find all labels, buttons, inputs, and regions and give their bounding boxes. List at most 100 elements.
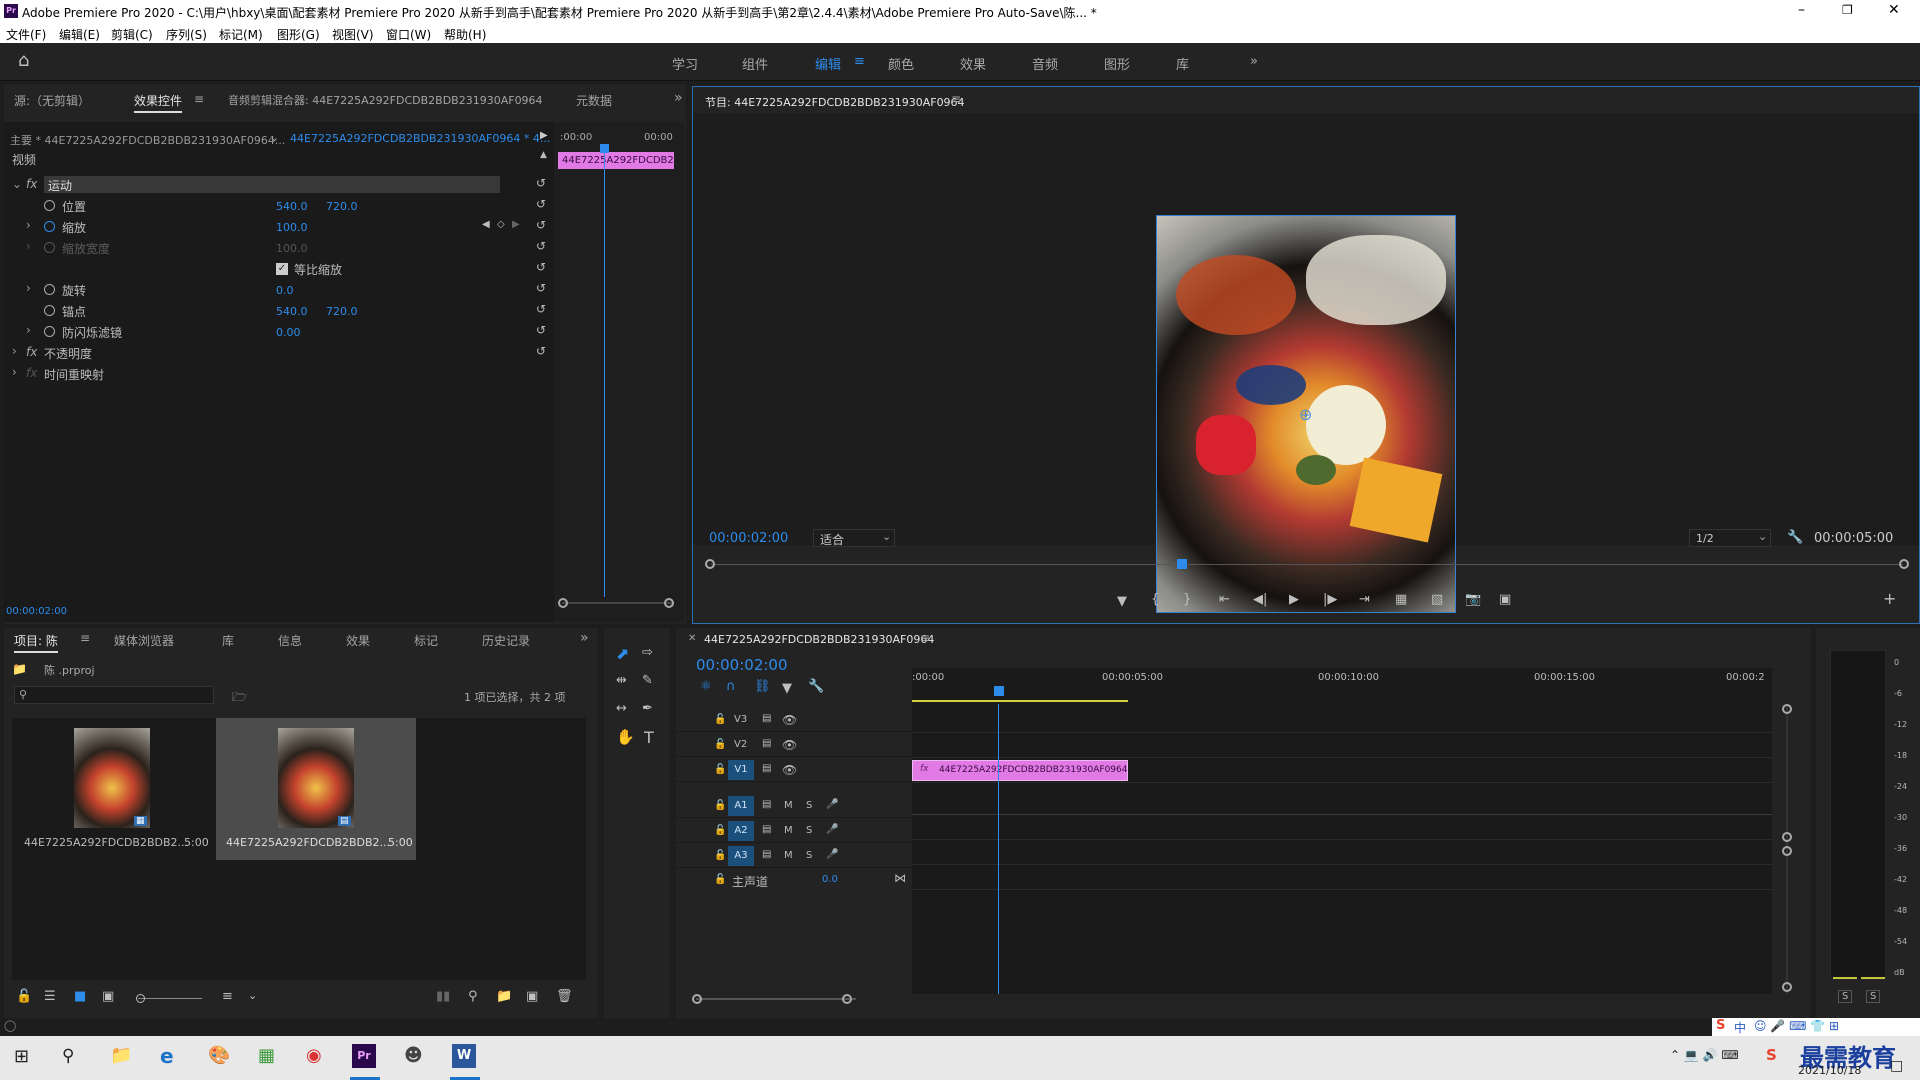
trash-icon[interactable]: 🗑 <box>556 990 573 1003</box>
zoom-select[interactable]: 适合 ⌄ <box>813 529 895 547</box>
program-viewer[interactable]: ⊕ <box>693 113 1919 613</box>
mic-icon[interactable]: 🎤 <box>826 824 838 835</box>
go-to-prev-keyframe-icon[interactable]: ⋈ <box>894 871 906 885</box>
workspace-learn[interactable]: 学习 <box>672 54 698 73</box>
sync-lock-icon[interactable]: ▤ <box>762 763 771 774</box>
scroll-up-icon[interactable]: ▲ <box>540 150 547 160</box>
hand-tool-icon[interactable]: ✋ <box>616 730 635 745</box>
menu-graphics[interactable]: 图形(G) <box>277 26 320 43</box>
play-only-icon[interactable]: ▶ <box>540 130 548 141</box>
sync-lock-icon[interactable]: ▤ <box>762 849 771 860</box>
lock-icon[interactable]: 🔓 <box>714 714 726 725</box>
maximize-icon[interactable]: ❐ <box>1842 3 1853 17</box>
motion-row[interactable]: ⌄ fx 运动 ↺ <box>4 174 555 195</box>
file-explorer-icon[interactable]: 📁 <box>110 1045 132 1066</box>
sync-lock-icon[interactable]: ▤ <box>762 799 771 810</box>
program-playhead[interactable] <box>1177 559 1187 569</box>
mic-icon[interactable]: 🎤 <box>826 799 838 810</box>
menu-help[interactable]: 帮助(H) <box>444 26 486 43</box>
playhead-handle[interactable] <box>600 144 609 153</box>
menu-marker[interactable]: 标记(M) <box>219 26 263 43</box>
master-clip-label[interactable]: 主要 * 44E7225A292FDCDB2BDB231930AF0964... <box>10 132 285 148</box>
solo-right-button[interactable]: S <box>1866 990 1881 1003</box>
new-bin-from-search-icon[interactable]: 🗁 <box>232 688 247 709</box>
timeline-ruler[interactable]: :00:00 00:00:05:00 00:00:10:00 00:00:15:… <box>912 668 1772 704</box>
slip-tool-icon[interactable]: ↔ <box>616 702 627 715</box>
reset-icon[interactable]: ↺ <box>536 260 546 274</box>
scale-value[interactable]: 100.0 <box>276 221 308 234</box>
menu-window[interactable]: 窗口(W) <box>386 26 431 43</box>
word-icon[interactable]: W <box>452 1044 476 1068</box>
windows-start-icon[interactable]: ⊞ <box>14 1046 29 1067</box>
reset-icon[interactable]: ↺ <box>536 176 546 190</box>
ime-mode[interactable]: 中 <box>1734 1019 1746 1036</box>
master-volume-value[interactable]: 0.0 <box>822 874 838 885</box>
snap-icon[interactable]: ∩ <box>726 680 736 693</box>
new-bin-icon[interactable]: 📁 <box>496 990 512 1003</box>
resolution-select[interactable]: 1/2 ⌄ <box>1689 529 1771 547</box>
stopwatch-icon[interactable] <box>44 221 55 232</box>
uniform-scale-checkbox[interactable]: ✓ <box>276 263 288 275</box>
anchor-y-value[interactable]: 720.0 <box>326 305 358 318</box>
solo-button[interactable]: S <box>806 825 812 836</box>
chevron-down-icon[interactable]: ⌄ <box>270 131 279 144</box>
search-icon[interactable]: ⚲ <box>62 1046 74 1066</box>
reset-icon[interactable]: ↺ <box>536 323 546 337</box>
mark-in-icon[interactable]: { <box>1151 593 1159 606</box>
premiere-taskbar-icon[interactable]: Pr <box>352 1044 376 1068</box>
mute-button[interactable]: M <box>784 800 793 811</box>
automate-sequence-icon[interactable]: ▮▮ <box>436 990 450 1003</box>
eye-icon[interactable]: 👁 <box>782 763 797 777</box>
stopwatch-icon[interactable] <box>44 284 55 295</box>
position-x-value[interactable]: 540.0 <box>276 200 308 213</box>
more-workspaces-icon[interactable]: » <box>1250 54 1258 69</box>
reset-icon[interactable]: ↺ <box>536 239 546 253</box>
workspace-menu-icon[interactable]: ≡ <box>854 54 865 69</box>
menu-sequence[interactable]: 序列(S) <box>166 26 207 43</box>
program-scrubber[interactable] <box>711 564 1903 565</box>
stopwatch-icon[interactable] <box>44 200 55 211</box>
lock-icon[interactable]: 🔓 <box>714 739 726 750</box>
expand-chevron-icon[interactable]: › <box>12 365 17 379</box>
track-label[interactable]: A2 <box>728 821 754 841</box>
program-timecode[interactable]: 00:00:02:00 <box>709 531 788 546</box>
project-item[interactable]: ▦ 44E7225A292FDCDB2BDB2... 5:00 <box>14 722 210 860</box>
export-frame-icon[interactable]: 📷 <box>1465 593 1481 606</box>
ripple-edit-tool-icon[interactable]: ⇹ <box>616 674 627 687</box>
icon-view-icon[interactable]: ■ <box>74 990 86 1003</box>
tab-effect-controls[interactable]: 效果控件 <box>134 92 183 113</box>
tab-project[interactable]: 项目: 陈 <box>14 632 58 653</box>
minimize-icon[interactable]: – <box>1798 2 1805 18</box>
timeline-menu-icon[interactable]: ≡ <box>920 631 930 645</box>
flicker-value[interactable]: 0.00 <box>276 326 301 339</box>
tab-info[interactable]: 信息 <box>278 632 302 649</box>
expand-chevron-icon[interactable]: › <box>26 281 31 295</box>
go-to-out-icon[interactable]: ⇥ <box>1359 593 1370 606</box>
tab-audio-clip-mixer[interactable]: 音频剪辑混合器: 44E7225A292FDCDB2BDB231930AF096… <box>228 92 543 108</box>
wrench-icon[interactable]: 🔧 <box>1787 530 1803 545</box>
list-view-icon[interactable]: ☰ <box>44 990 56 1003</box>
close-sequence-icon[interactable]: ✕ <box>688 633 696 644</box>
more-panels-icon[interactable]: » <box>674 90 683 106</box>
lock-icon[interactable]: 🔓 <box>714 764 726 775</box>
linked-selection-icon[interactable]: ⛓ <box>754 680 771 693</box>
ime-tools-icon[interactable]: ☺ 🎤 ⌨ 👕 ⊞ <box>1754 1019 1839 1033</box>
expand-chevron-icon[interactable]: › <box>12 344 17 358</box>
effect-clip-bar[interactable]: 44E7225A292FDCDB2 <box>558 152 674 169</box>
solo-button[interactable]: S <box>806 850 812 861</box>
sequence-clip-label[interactable]: 44E7225A292FDCDB2BDB231930AF0964 * 4... <box>290 132 550 145</box>
lock-icon[interactable]: 🔓 <box>714 800 726 811</box>
tab-menu-icon[interactable]: ≡ <box>194 92 204 106</box>
tab-media-browser[interactable]: 媒体浏览器 <box>114 632 174 649</box>
add-keyframe-icon[interactable]: ◇ <box>497 219 505 230</box>
workspace-libraries[interactable]: 库 <box>1176 54 1189 73</box>
sync-lock-icon[interactable]: ▤ <box>762 824 771 835</box>
paint-icon[interactable]: 🎨 <box>208 1045 230 1066</box>
timeline-settings-icon[interactable]: 🔧 <box>808 680 824 693</box>
next-keyframe-icon[interactable]: ▶ <box>512 219 520 230</box>
menu-clip[interactable]: 剪辑(C) <box>111 26 153 43</box>
project-menu-icon[interactable]: ≡ <box>80 631 90 645</box>
tab-effects[interactable]: 效果 <box>346 632 370 649</box>
stopwatch-icon[interactable] <box>44 326 55 337</box>
sogou-icon[interactable]: S <box>1716 1018 1725 1033</box>
